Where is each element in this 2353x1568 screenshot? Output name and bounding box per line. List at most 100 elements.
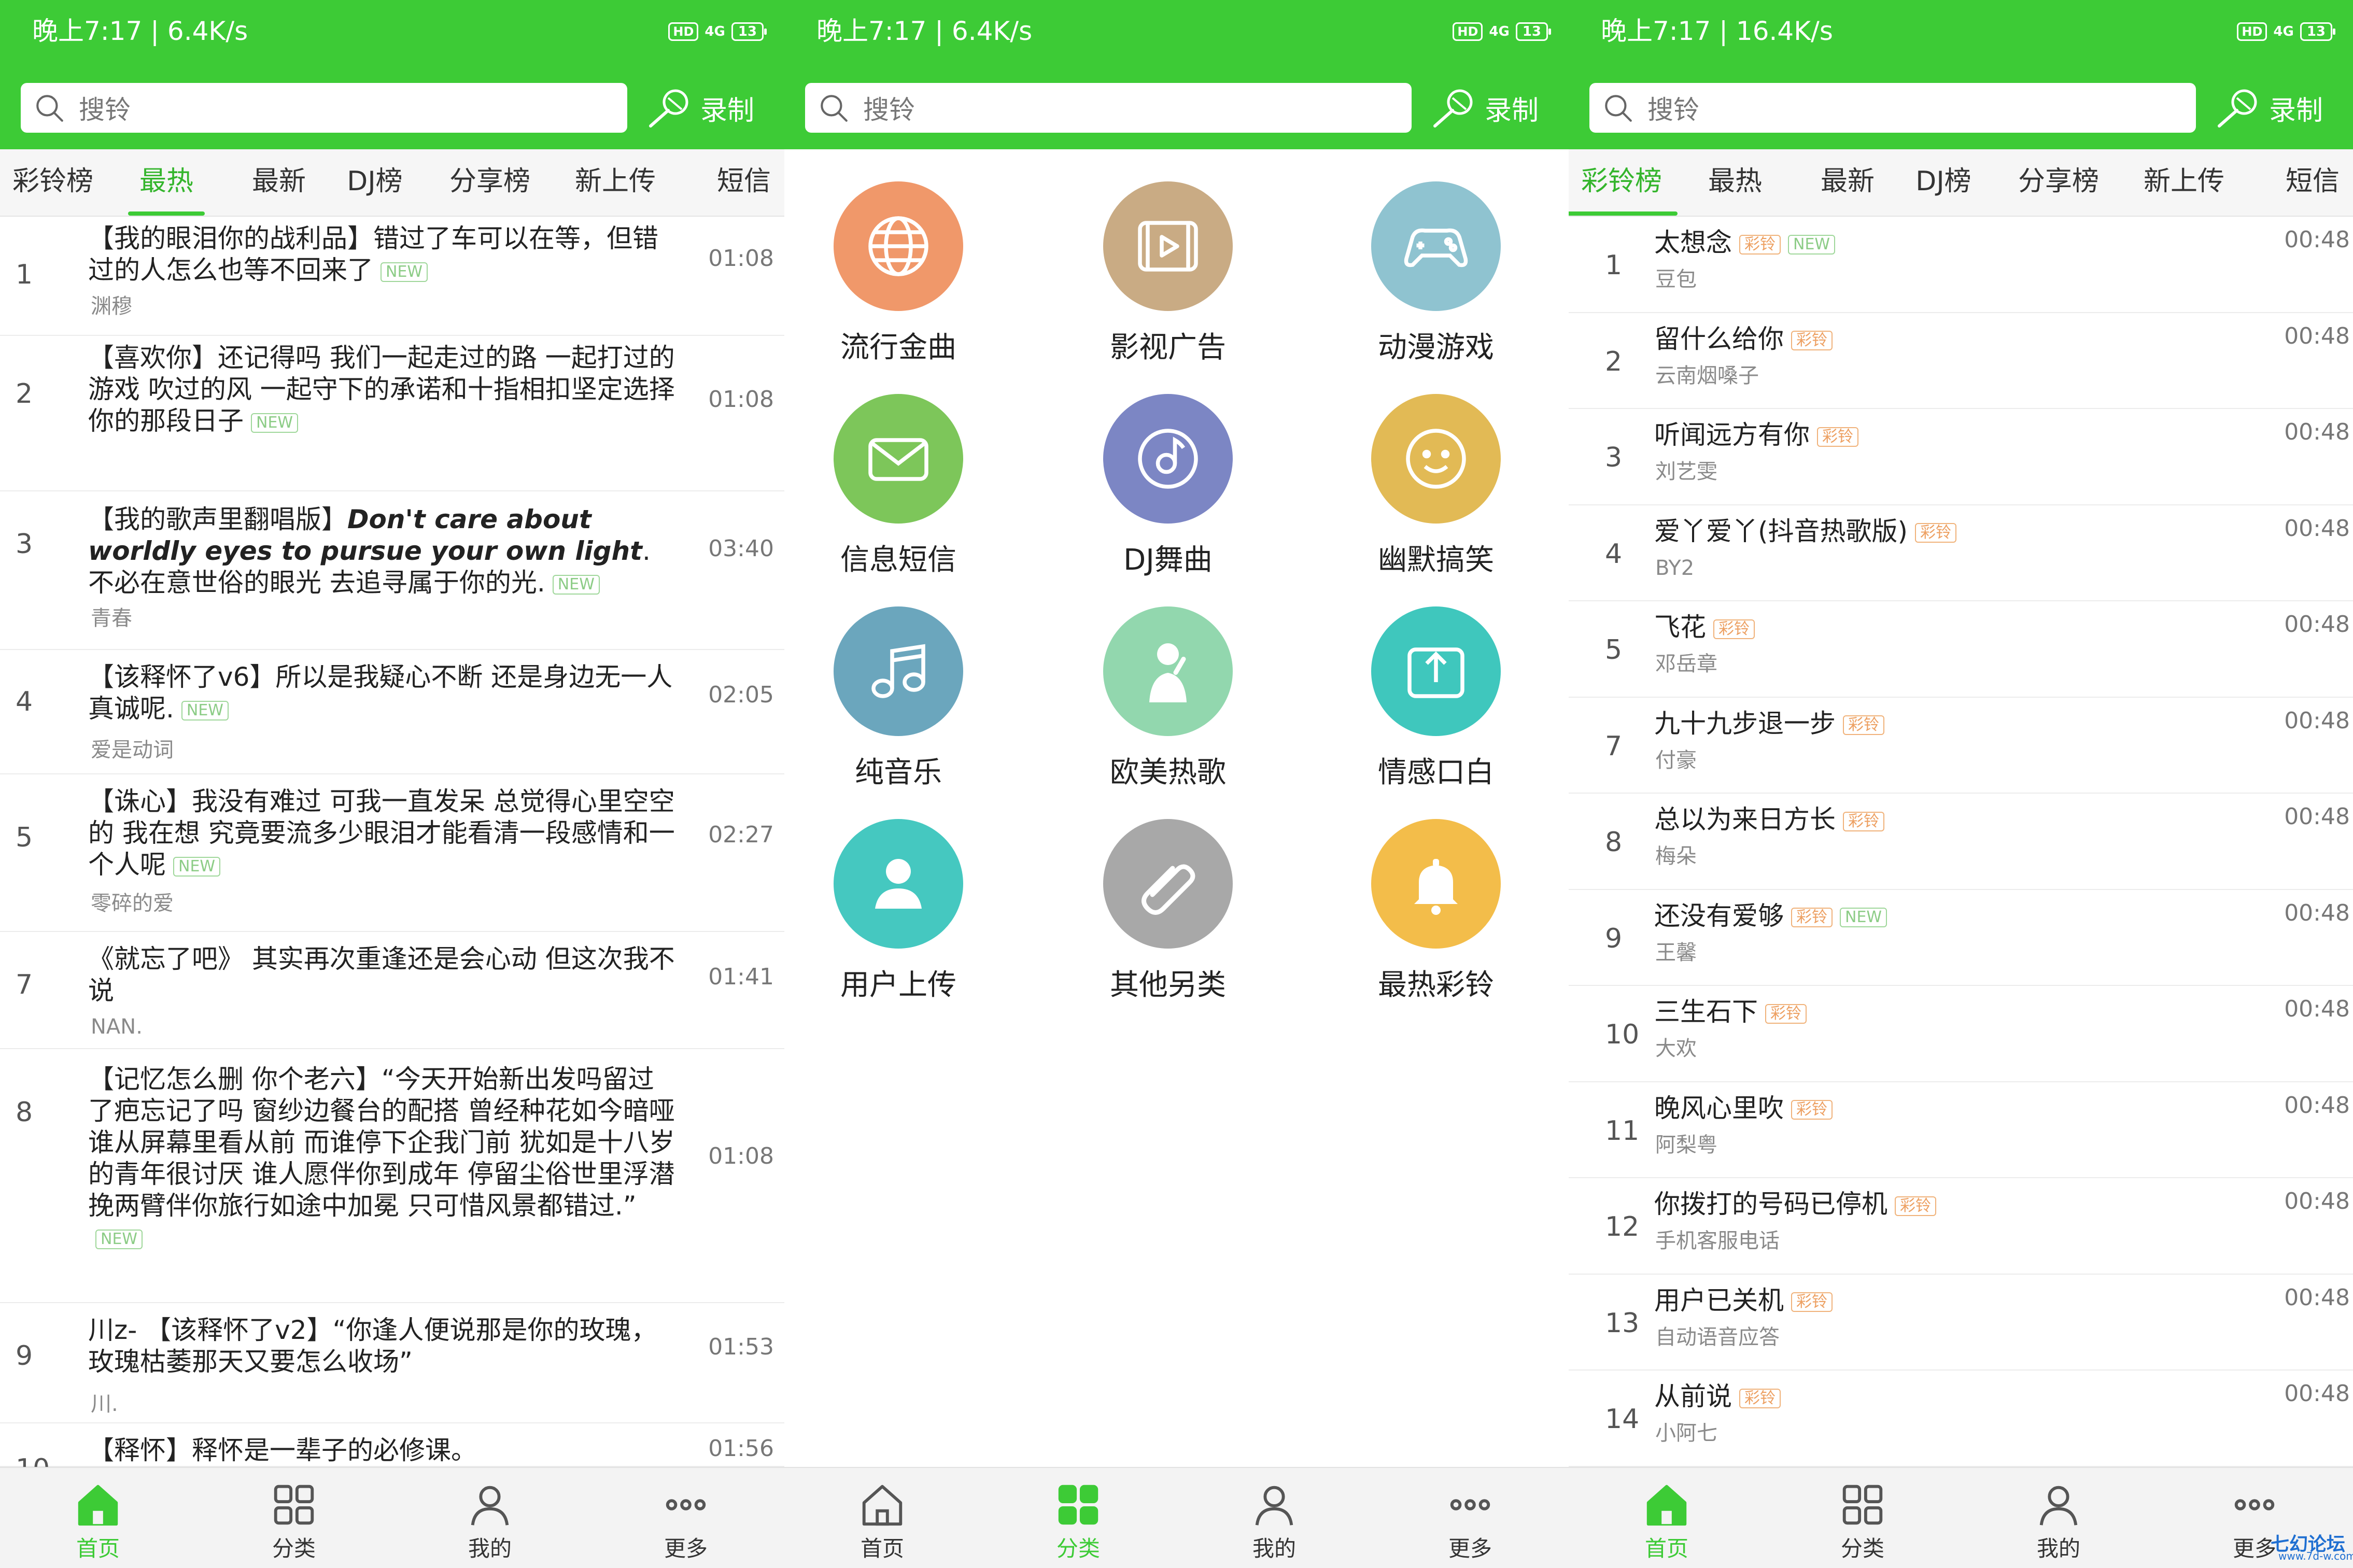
tab-3[interactable]: DJ榜 xyxy=(1914,149,1972,216)
category-item[interactable]: 情感口白 xyxy=(1317,606,1555,803)
song-title-text: 你拨打的号码已停机 xyxy=(1654,1189,1887,1219)
category-item[interactable]: 纯音乐 xyxy=(784,606,1018,803)
category-item[interactable]: 信息短信 xyxy=(784,394,1018,591)
category-label: 影视广告 xyxy=(1110,331,1226,364)
new-badge: NEW xyxy=(95,1229,143,1249)
ringtone-row[interactable]: 1 太想念 彩铃 NEW 豆包 00:48 xyxy=(1569,217,2353,313)
song-row[interactable]: 3 【我的歌声里翻唱版】Don't care about worldly eyes… xyxy=(0,491,784,650)
tab-6[interactable]: 短信 xyxy=(710,149,778,216)
screen-categories: 晚上7:17 | 6.4K/s HD 4G 13 搜铃 录制 流行金曲 影视广告 动漫游戏 信息短… xyxy=(784,0,1569,1568)
ringtone-badge: 彩铃 xyxy=(1791,1292,1833,1312)
song-row[interactable]: 10【释怀】释怀是一辈子的必修课。01:56 xyxy=(0,1423,784,1485)
gamepad-icon xyxy=(1371,181,1501,311)
smile-icon xyxy=(1371,394,1501,524)
category-label: 信息短信 xyxy=(840,543,956,577)
tab-5[interactable]: 新上传 xyxy=(2140,149,2228,216)
song-title-text: 【该释怀了v6】所以是我疑心不断 还是身边无一人真诚呢. xyxy=(88,662,673,724)
nav-mine[interactable]: 我的 xyxy=(1961,1468,2157,1568)
song-duration: 01:08 xyxy=(708,386,774,413)
category-item[interactable]: 流行金曲 xyxy=(784,181,1018,378)
status-icons: HD 4G 13 xyxy=(2237,19,2336,45)
nav-more[interactable]: 更多 xyxy=(588,1468,784,1568)
category-item[interactable]: 幽默搞笑 xyxy=(1317,394,1555,591)
record-button[interactable]: 录制 xyxy=(1430,83,1539,133)
top-bar: 晚上7:17 | 16.4K/s HD 4G 13 搜铃 录制 xyxy=(1569,0,2353,149)
ringtone-row[interactable]: 12 你拨打的号码已停机 彩铃 手机客服电话 00:48 xyxy=(1569,1178,2353,1275)
nav-home[interactable]: 首页 xyxy=(784,1468,980,1568)
search-input[interactable]: 搜铃 xyxy=(21,83,627,133)
tab-5[interactable]: 新上传 xyxy=(571,149,659,216)
status-time: 晚上7:17 | 16.4K/s xyxy=(1601,16,1833,46)
nav-mine[interactable]: 我的 xyxy=(1176,1468,1372,1568)
tab-3[interactable]: DJ榜 xyxy=(346,149,404,216)
search-input[interactable]: 搜铃 xyxy=(805,83,1412,133)
tab-6[interactable]: 短信 xyxy=(2279,149,2346,216)
music-note-icon xyxy=(834,606,963,736)
category-item[interactable]: 动漫游戏 xyxy=(1317,181,1555,378)
nav-category[interactable]: 分类 xyxy=(1765,1468,1961,1568)
song-row[interactable]: 1 【我的眼泪你的战利品】错过了车可以在等，但错过的人怎么也等不回来了 NEW 渊穆 0… xyxy=(0,217,784,336)
hd-badge: HD xyxy=(1453,22,1483,41)
song-title: 太想念 彩铃 NEW xyxy=(1654,227,2173,259)
category-item[interactable]: 用户上传 xyxy=(784,819,1018,1016)
new-badge: NEW xyxy=(181,700,229,721)
song-title: 留什么给你 彩铃 xyxy=(1654,323,2173,355)
ringtone-row[interactable]: 2 留什么给你 彩铃 云南烟嗓子 00:48 xyxy=(1569,313,2353,409)
ringtone-row[interactable]: 14 从前说 彩铃 小阿七 00:48 xyxy=(1569,1371,2353,1467)
tab-1[interactable]: 最热 xyxy=(1706,149,1764,216)
ringtone-row[interactable]: 9 还没有爱够 彩铃 NEW 王馨 00:48 xyxy=(1569,890,2353,986)
hd-badge: HD xyxy=(2237,22,2267,41)
tab-4[interactable]: 分享榜 xyxy=(446,149,534,216)
new-badge: NEW xyxy=(552,574,600,595)
nav-home[interactable]: 首页 xyxy=(0,1468,196,1568)
ringtone-row[interactable]: 3 听闻远方有你 彩铃 刘艺雯 00:48 xyxy=(1569,409,2353,505)
category-item[interactable]: 影视广告 xyxy=(1049,181,1287,378)
tab-2[interactable]: 最新 xyxy=(1819,149,1877,216)
ringtone-row[interactable]: 8 总以为来日方长 彩铃 梅朵 00:48 xyxy=(1569,794,2353,890)
song-row[interactable]: 4 【该释怀了v6】所以是我疑心不断 还是身边无一人真诚呢. NEW 爱是动词 02:0… xyxy=(0,650,784,774)
microphone-icon xyxy=(1430,87,1477,129)
tab-1[interactable]: 最热 xyxy=(128,149,205,216)
category-item[interactable]: DJ舞曲 xyxy=(1049,394,1287,591)
category-label: 情感口白 xyxy=(1378,756,1494,789)
ringtone-row[interactable]: 5 飞花 彩铃 邓岳章 00:48 xyxy=(1569,601,2353,698)
song-title: 爱丫爱丫(抖音热歌版) 彩铃 xyxy=(1654,516,2173,547)
song-duration: 01:53 xyxy=(708,1334,774,1360)
song-row[interactable]: 5 【诛心】我没有难过 可我一直发呆 总觉得心里空空的 我在想 究竟要流多少眼泪才… xyxy=(0,774,784,932)
category-label: 用户上传 xyxy=(840,968,956,1002)
nav-more[interactable]: 更多 xyxy=(1372,1468,1568,1568)
nav-category[interactable]: 分类 xyxy=(196,1468,392,1568)
search-input[interactable]: 搜铃 xyxy=(1589,83,2196,133)
category-item[interactable]: 欧美热歌 xyxy=(1049,606,1287,803)
tab-0[interactable]: 彩铃榜 xyxy=(6,149,100,216)
song-title: 【喜欢你】还记得吗 我们一起走过的路 一起打过的游戏 吹过的风 一起守下的承诺和… xyxy=(88,342,679,437)
ringtone-row[interactable]: 4 爱丫爱丫(抖音热歌版) 彩铃 BY2 00:48 xyxy=(1569,505,2353,601)
signal-icon: 4G xyxy=(705,24,725,39)
tab-4[interactable]: 分享榜 xyxy=(2014,149,2103,216)
tab-0[interactable]: 彩铃榜 xyxy=(1569,149,1678,216)
nav-category[interactable]: 分类 xyxy=(980,1468,1176,1568)
category-item[interactable]: 最热彩铃 xyxy=(1317,819,1555,1016)
ringtone-row[interactable]: 13 用户已关机 彩铃 自动语音应答 00:48 xyxy=(1569,1275,2353,1371)
song-row[interactable]: 9 川z- 【该释怀了v2】“你逢人便说那是你的玫瑰，玫瑰枯萎那天又要怎么收场” 川… xyxy=(0,1303,784,1423)
ringtone-row[interactable]: 7 九十九步退一步 彩铃 付豪 00:48 xyxy=(1569,698,2353,794)
nav-home[interactable]: 首页 xyxy=(1569,1468,1765,1568)
song-row[interactable]: 8 【记忆怎么删 你个老六】“今天开始新出发吗留过了疤忘记了吗 窗纱边餐台的配搭 … xyxy=(0,1049,784,1303)
ringtone-row[interactable]: 11 晚风心里吹 彩铃 阿梨粤 00:48 xyxy=(1569,1082,2353,1178)
signal-icon: 4G xyxy=(2273,24,2294,39)
nav-mine[interactable]: 我的 xyxy=(392,1468,588,1568)
category-label: 纯音乐 xyxy=(855,756,942,789)
record-button[interactable]: 录制 xyxy=(2214,83,2323,133)
song-title-text: 三生石下 xyxy=(1654,997,1758,1027)
song-title: 《就忘了吧》 其实再次重逢还是会心动 但这次我不说 xyxy=(88,943,679,1007)
category-item[interactable]: 其他另类 xyxy=(1049,819,1287,1016)
ringtone-row[interactable]: 10 三生石下 彩铃 大欢 00:48 xyxy=(1569,986,2353,1082)
tab-2[interactable]: 最新 xyxy=(250,149,308,216)
song-row[interactable]: 7 《就忘了吧》 其实再次重逢还是会心动 但这次我不说 NAN. 01:41 xyxy=(0,932,784,1049)
song-artist: 刘艺雯 xyxy=(1655,460,1717,484)
song-row[interactable]: 2 【喜欢你】还记得吗 我们一起走过的路 一起打过的游戏 吹过的风 一起守下的承诺… xyxy=(0,336,784,491)
nav-label: 分类 xyxy=(272,1536,316,1561)
record-button[interactable]: 录制 xyxy=(645,83,754,133)
bottom-nav: 首页 分类 我的 更多 xyxy=(784,1467,1569,1568)
song-duration: 01:41 xyxy=(708,964,774,990)
